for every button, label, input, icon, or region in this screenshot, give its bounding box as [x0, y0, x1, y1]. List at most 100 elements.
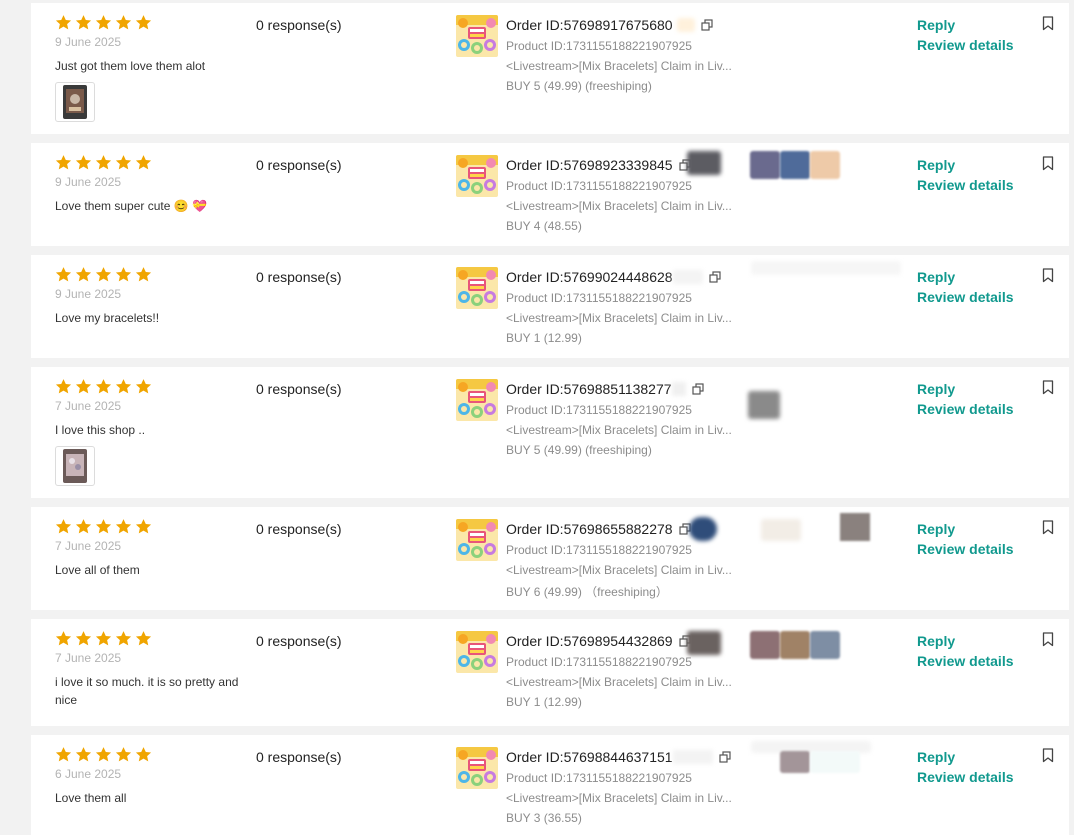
star-icon: [95, 379, 112, 394]
reply-button[interactable]: Reply: [917, 157, 955, 173]
review-details-link[interactable]: Review details: [917, 37, 1014, 53]
review-details-link[interactable]: Review details: [917, 401, 1014, 417]
redacted-area: [810, 631, 840, 659]
star-icon: [55, 267, 72, 282]
product-name[interactable]: <Livestream>[Mix Bracelets] Claim in Liv…: [506, 311, 738, 325]
response-count: 0 response(s): [256, 269, 342, 285]
review-card: 9 June 2025 Love them super cute 😊 💝 0 r…: [31, 143, 1069, 246]
product-name[interactable]: <Livestream>[Mix Bracelets] Claim in Liv…: [506, 563, 738, 577]
review-date: 9 June 2025: [55, 175, 122, 189]
redacted-area: [761, 519, 801, 541]
star-icon: [115, 267, 132, 282]
product-name[interactable]: <Livestream>[Mix Bracelets] Claim in Liv…: [506, 675, 738, 689]
redacted-area: [750, 631, 780, 659]
response-count: 0 response(s): [256, 521, 342, 537]
review-details-link[interactable]: Review details: [917, 541, 1014, 557]
product-image: [456, 267, 498, 309]
order-id: Order ID:57698844637151: [506, 749, 673, 765]
rating-stars: [55, 518, 152, 535]
product-thumbnail[interactable]: [456, 747, 498, 789]
review-text: i love it so much. it is so pretty and n…: [55, 675, 239, 707]
bookmark-icon[interactable]: [1042, 16, 1054, 31]
product-image: [456, 631, 498, 673]
redacted-area: [748, 391, 780, 419]
star-icon: [55, 631, 72, 646]
star-icon: [115, 379, 132, 394]
star-icon: [75, 631, 92, 646]
review-text: Just got them love them alot: [55, 59, 206, 73]
review-details-link[interactable]: Review details: [917, 289, 1014, 305]
copy-icon[interactable]: [700, 19, 713, 31]
product-image: [456, 379, 498, 421]
review-details-link[interactable]: Review details: [917, 177, 1014, 193]
product-id: Product ID:1731155188221907925: [506, 39, 692, 53]
product-variant: BUY 5 (49.99) (freeshiping): [506, 443, 652, 457]
bookmark-icon[interactable]: [1042, 520, 1054, 535]
order-id-row: Order ID:57698923339845: [506, 157, 691, 173]
bookmark-icon[interactable]: [1042, 380, 1054, 395]
order-id-row: Order ID:57698851138277: [506, 381, 704, 397]
star-icon: [55, 379, 72, 394]
product-thumbnail[interactable]: [456, 379, 498, 421]
reply-button[interactable]: Reply: [917, 633, 955, 649]
product-id: Product ID:1731155188221907925: [506, 179, 692, 193]
review-date: 7 June 2025: [55, 399, 122, 413]
redacted-area: [687, 631, 721, 655]
star-icon: [55, 155, 72, 170]
reply-button[interactable]: Reply: [917, 17, 955, 33]
bookmark-icon[interactable]: [1042, 156, 1054, 171]
order-id: Order ID:57699024448628: [506, 269, 673, 285]
star-icon: [75, 267, 92, 282]
order-id-row: Order ID:57698655882278: [506, 521, 691, 537]
product-variant: BUY 6 (49.99) （freeshiping）: [506, 585, 668, 599]
response-count: 0 response(s): [256, 633, 342, 649]
star-icon: [135, 379, 152, 394]
bookmark-icon[interactable]: [1042, 632, 1054, 647]
review-photo-image: [63, 85, 87, 119]
star-icon: [135, 155, 152, 170]
rating-stars: [55, 746, 152, 763]
reply-button[interactable]: Reply: [917, 381, 955, 397]
product-name[interactable]: <Livestream>[Mix Bracelets] Claim in Liv…: [506, 423, 738, 437]
reply-button[interactable]: Reply: [917, 749, 955, 765]
product-name[interactable]: <Livestream>[Mix Bracelets] Claim in Liv…: [506, 791, 738, 805]
response-count: 0 response(s): [256, 17, 342, 33]
order-id: Order ID:57698917675680: [506, 17, 673, 33]
copy-icon[interactable]: [691, 383, 704, 395]
review-details-link[interactable]: Review details: [917, 653, 1014, 669]
reply-button[interactable]: Reply: [917, 521, 955, 537]
bookmark-icon[interactable]: [1042, 268, 1054, 283]
review-details-link[interactable]: Review details: [917, 769, 1014, 785]
review-photo[interactable]: [55, 82, 95, 122]
redacted-area: [810, 751, 860, 773]
product-id: Product ID:1731155188221907925: [506, 655, 692, 669]
response-count: 0 response(s): [256, 381, 342, 397]
redacted-area: [676, 18, 695, 32]
star-icon: [95, 747, 112, 762]
review-photo[interactable]: [55, 446, 95, 486]
product-id: Product ID:1731155188221907925: [506, 403, 692, 417]
product-image: [456, 519, 498, 561]
redacted-area: [840, 513, 870, 541]
reply-button[interactable]: Reply: [917, 269, 955, 285]
product-variant: BUY 1 (12.99): [506, 331, 582, 345]
rating-stars: [55, 630, 152, 647]
star-icon: [115, 519, 132, 534]
product-thumbnail[interactable]: [456, 519, 498, 561]
product-thumbnail[interactable]: [456, 15, 498, 57]
review-date: 7 June 2025: [55, 651, 122, 665]
copy-icon[interactable]: [718, 751, 731, 763]
product-name[interactable]: <Livestream>[Mix Bracelets] Claim in Liv…: [506, 59, 738, 73]
rating-stars: [55, 378, 152, 395]
product-name[interactable]: <Livestream>[Mix Bracelets] Claim in Liv…: [506, 199, 738, 213]
product-thumbnail[interactable]: [456, 631, 498, 673]
bookmark-icon[interactable]: [1042, 748, 1054, 763]
review-date: 7 June 2025: [55, 539, 122, 553]
product-thumbnail[interactable]: [456, 267, 498, 309]
product-thumbnail[interactable]: [456, 155, 498, 197]
copy-icon[interactable]: [708, 271, 721, 283]
order-id-row: Order ID:57698844637151: [506, 749, 731, 765]
review-card: 9 June 2025 Just got them love them alot…: [31, 3, 1069, 134]
order-id-row: Order ID:57698917675680: [506, 17, 713, 33]
redacted-area: [750, 151, 780, 179]
